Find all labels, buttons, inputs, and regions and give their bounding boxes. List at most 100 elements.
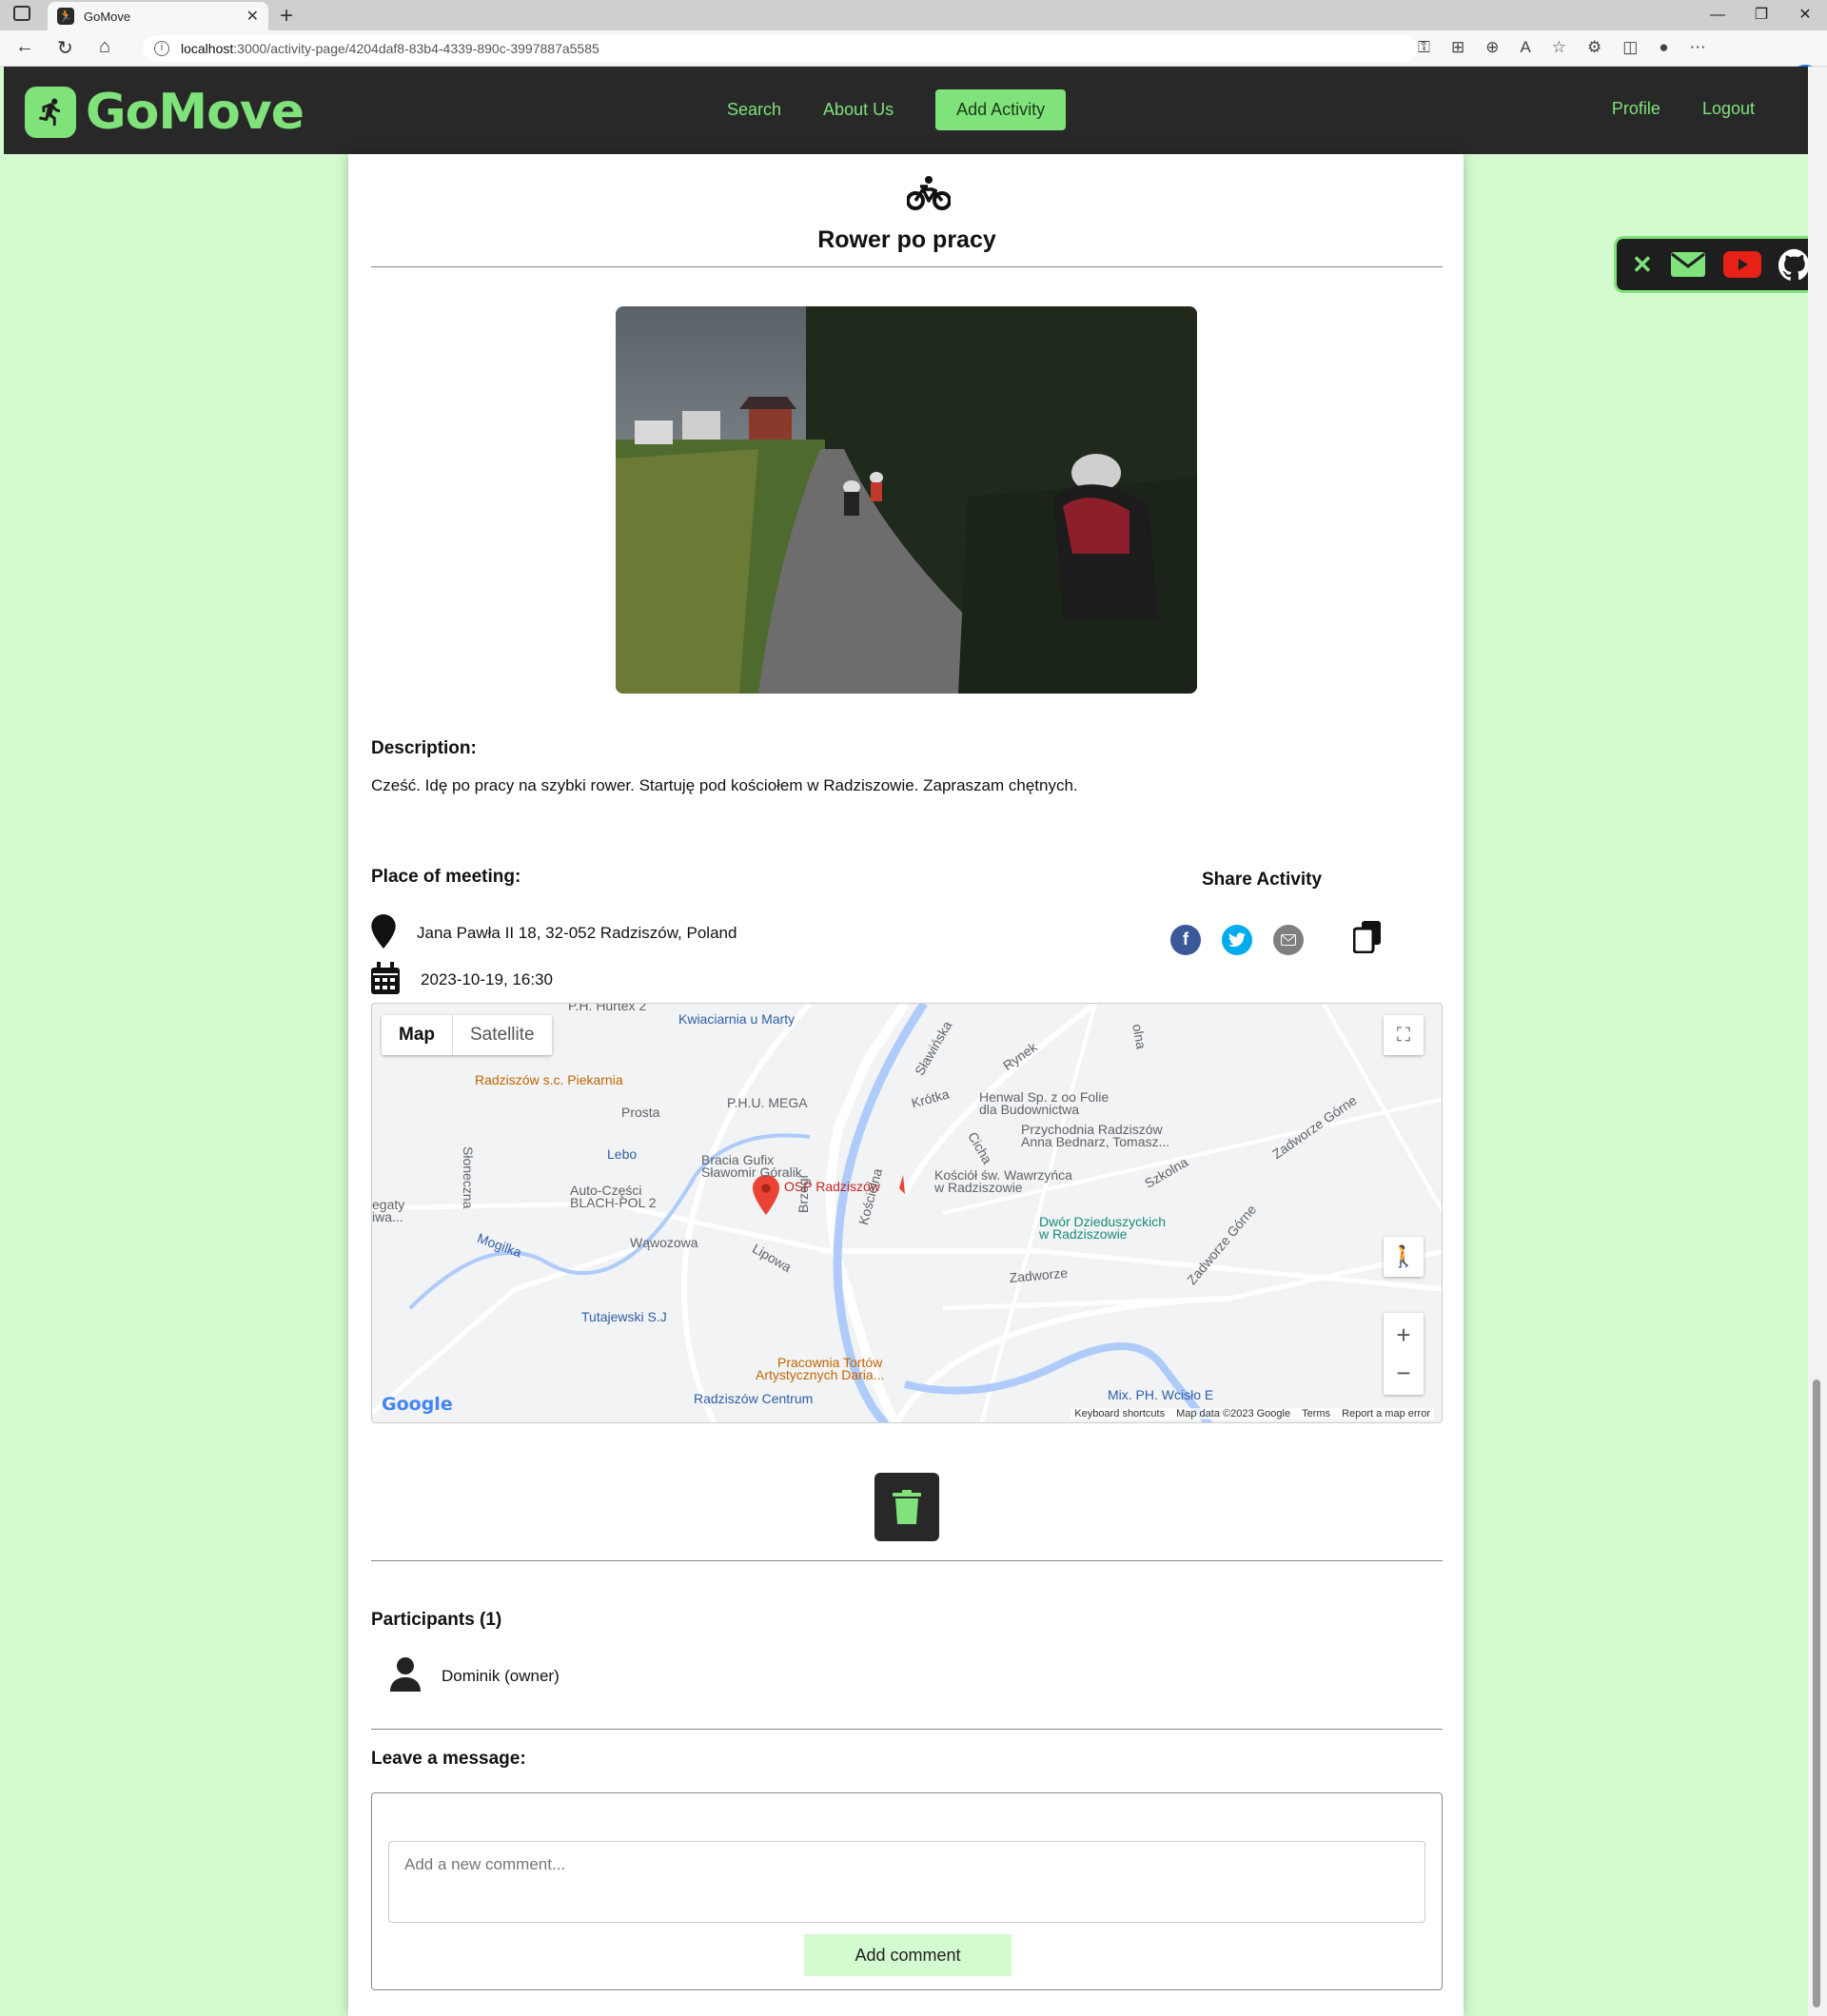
title-divider: [371, 266, 1443, 267]
user-nav: Profile Logout: [1612, 99, 1755, 119]
close-window-icon[interactable]: ✕: [1783, 0, 1827, 30]
scrollbar-thumb[interactable]: [1813, 1380, 1820, 2007]
place-heading: Place of meeting:: [371, 867, 521, 887]
map-type-map-button[interactable]: Map: [382, 1015, 453, 1055]
calendar-icon: [371, 962, 400, 999]
close-social-icon[interactable]: ✕: [1632, 250, 1653, 280]
share-buttons: f: [1170, 921, 1382, 958]
comment-input[interactable]: [388, 1841, 1425, 1923]
delete-activity-button[interactable]: [874, 1473, 939, 1541]
comment-form: Add comment: [371, 1792, 1443, 1990]
map-label: iwa...: [372, 1209, 403, 1224]
tab-title: GoMove: [84, 9, 131, 24]
email-share-icon[interactable]: [1273, 924, 1304, 955]
map-label: Mix. PH. Wcisło E: [1108, 1387, 1214, 1402]
map-type-satellite-button[interactable]: Satellite: [453, 1015, 552, 1055]
map-label: Sławomir Góralik: [701, 1165, 802, 1180]
github-icon[interactable]: [1778, 248, 1811, 281]
extensions-icon[interactable]: ⚙: [1587, 38, 1601, 57]
map-label: Prosta: [621, 1105, 660, 1120]
twitter-share-icon[interactable]: [1222, 924, 1252, 955]
minimize-icon[interactable]: —: [1696, 0, 1739, 30]
split-screen-icon[interactable]: ◫: [1622, 38, 1638, 57]
map-label: Lebo: [607, 1146, 638, 1162]
info-icon[interactable]: i: [154, 41, 169, 56]
map-label: Brzegi: [796, 1175, 811, 1213]
report-error-link[interactable]: Report a map error: [1342, 1408, 1430, 1419]
window-controls: — ❐ ✕: [1696, 0, 1827, 30]
nav-profile-link[interactable]: Profile: [1612, 99, 1660, 119]
facebook-share-icon[interactable]: f: [1170, 924, 1201, 955]
description-heading: Description:: [371, 738, 477, 758]
url-field[interactable]: i localhost:3000/activity-page/4204daf8-…: [143, 35, 1418, 62]
url-host: localhost: [181, 41, 234, 56]
activity-photo: [616, 306, 1197, 694]
browser-tab-bar: 🏃 GoMove ✕ + — ❐ ✕: [0, 0, 1827, 30]
map-canvas[interactable]: [372, 1004, 1443, 1423]
comments-heading: Leave a message:: [371, 1749, 526, 1769]
map-label: Wąwozowa: [630, 1235, 698, 1250]
close-tab-icon[interactable]: ✕: [246, 7, 259, 26]
participants-divider: [371, 1560, 1443, 1561]
youtube-icon[interactable]: [1722, 251, 1761, 278]
activity-content: Rower po pracy Description: Cześć. Idę p…: [371, 154, 1443, 2016]
google-map[interactable]: Map Satellite ⛶ 🚶 + − Google Keyboard sh…: [371, 1003, 1443, 1423]
fullscreen-icon[interactable]: ⛶: [1384, 1015, 1424, 1055]
home-icon[interactable]: ⌂: [99, 36, 110, 58]
participant-name: Dominik (owner): [442, 1667, 560, 1685]
nav-search-link[interactable]: Search: [727, 100, 781, 120]
restore-icon[interactable]: ❐: [1739, 0, 1783, 30]
add-activity-button[interactable]: Add Activity: [935, 89, 1067, 130]
map-label: dla Budownictwa: [979, 1102, 1080, 1117]
window-menu-icon[interactable]: [13, 6, 30, 21]
new-tab-icon[interactable]: +: [280, 3, 293, 29]
keyboard-shortcuts-link[interactable]: Keyboard shortcuts: [1074, 1408, 1165, 1419]
street-view-pegman-icon[interactable]: 🚶: [1384, 1237, 1424, 1277]
main-nav: Search About Us Add Activity: [727, 89, 1067, 130]
apps-icon[interactable]: ⊞: [1451, 38, 1464, 57]
map-type-control: Map Satellite: [382, 1015, 552, 1055]
map-marker-icon[interactable]: [753, 1175, 779, 1220]
address-bar: ← ↻ ⌂ i localhost:3000/activity-page/420…: [0, 30, 1827, 93]
key-icon[interactable]: ⚿: [1418, 38, 1430, 57]
zoom-icon[interactable]: ⊕: [1485, 38, 1499, 57]
comments-divider: [371, 1729, 1443, 1730]
nav-logout-link[interactable]: Logout: [1702, 99, 1755, 119]
url-path: :3000/activity-page/4204daf8-83b4-4339-8…: [233, 41, 599, 56]
zoom-control: + −: [1384, 1313, 1424, 1395]
terms-link[interactable]: Terms: [1302, 1408, 1330, 1419]
user-icon: [390, 1657, 421, 1696]
address-text: Jana Pawła II 18, 32-052 Radziszów, Pola…: [417, 924, 737, 942]
logo-text: GoMove: [86, 84, 304, 141]
map-label: w Radziszowie: [934, 1180, 1023, 1195]
activity-card: Rower po pracy Description: Cześć. Idę p…: [348, 154, 1464, 2016]
profile-avatar-icon[interactable]: ●: [1659, 38, 1668, 57]
back-icon[interactable]: ←: [15, 36, 34, 58]
participants-heading: Participants (1): [371, 1610, 502, 1630]
google-logo: Google: [382, 1394, 453, 1415]
share-heading: Share Activity: [1202, 870, 1323, 890]
add-comment-button[interactable]: Add comment: [804, 1934, 1012, 1976]
logo[interactable]: GoMove: [25, 84, 304, 141]
map-label: Tutajewski S.J: [581, 1309, 667, 1324]
map-label: Kwiaciarnia u Marty: [678, 1011, 796, 1027]
map-data-text: Map data ©2023 Google: [1176, 1408, 1291, 1419]
social-links-panel: ✕: [1614, 236, 1814, 293]
map-attribution: Keyboard shortcuts Map data ©2023 Google…: [1071, 1408, 1434, 1419]
map-label: w Radziszowie: [1039, 1226, 1128, 1242]
zoom-in-icon[interactable]: +: [1396, 1316, 1410, 1354]
map-label: Radziszów Centrum: [694, 1391, 814, 1406]
favicon-icon: 🏃: [57, 8, 74, 25]
reload-icon[interactable]: ↻: [57, 36, 73, 60]
email-icon[interactable]: [1670, 251, 1706, 278]
map-label: Słoneczna: [461, 1146, 476, 1209]
more-icon[interactable]: ⋯: [1690, 38, 1706, 57]
read-aloud-icon[interactable]: A: [1520, 38, 1530, 57]
favorite-star-icon[interactable]: ☆: [1552, 38, 1566, 57]
browser-tab[interactable]: 🏃 GoMove ✕: [48, 2, 268, 30]
description-text: Cześć. Idę po pracy na szybki rower. Sta…: [371, 776, 1078, 794]
zoom-out-icon[interactable]: −: [1396, 1354, 1410, 1392]
bicycle-icon: [906, 175, 952, 216]
nav-about-link[interactable]: About Us: [823, 100, 894, 120]
copy-link-icon[interactable]: [1352, 921, 1382, 958]
